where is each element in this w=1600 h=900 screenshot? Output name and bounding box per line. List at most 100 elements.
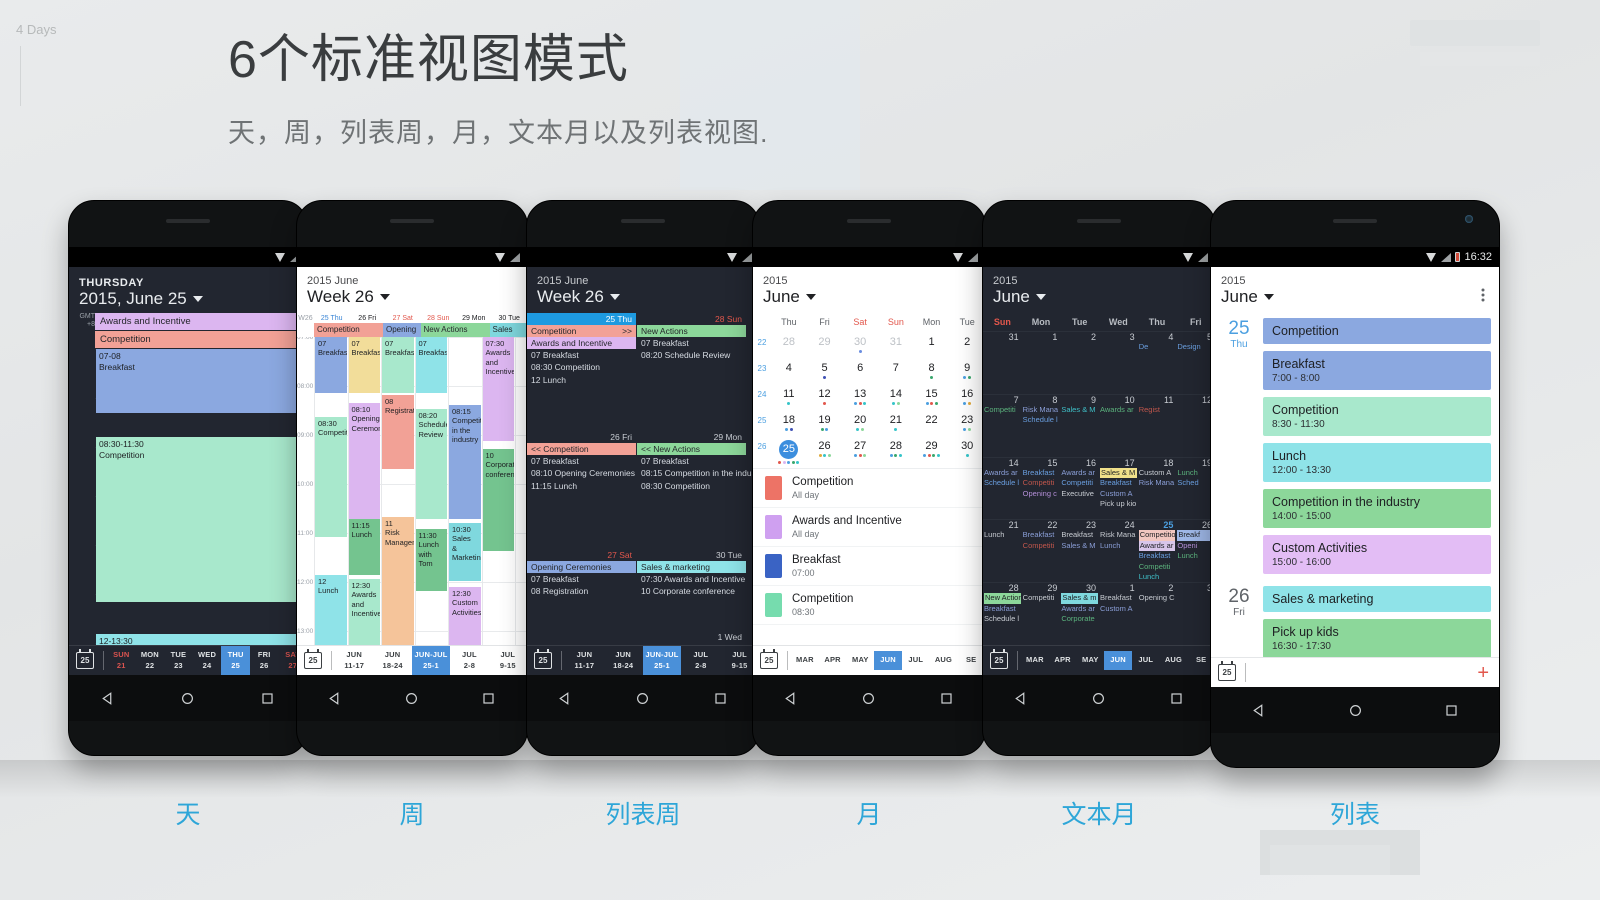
day-strip-sun[interactable]: SUN 21 (107, 646, 136, 674)
month-day-cell[interactable]: 12 (807, 388, 843, 406)
agenda-event[interactable]: Breakfast 7:00 - 8:00 (1263, 351, 1491, 390)
textmonth-event[interactable]: Lunch (1177, 468, 1214, 479)
week-event[interactable]: 07:30 Awards and Incentive (482, 337, 514, 441)
day-date-row[interactable]: 2015, June 25 (79, 289, 297, 309)
home-circle-icon[interactable] (1091, 691, 1106, 706)
textmonth-event[interactable]: Executive (1061, 489, 1098, 500)
week-event[interactable]: 08:15Competition in the industry (449, 405, 481, 519)
recents-square-icon[interactable] (713, 691, 728, 706)
textmonth-day-cell[interactable]: 16 Awards ar Competiti Executive (1060, 458, 1099, 520)
back-triangle-icon[interactable] (328, 691, 343, 706)
textmonth-event[interactable]: Risk Mana (1100, 530, 1137, 541)
agenda-event[interactable]: Competition in the industry 14:00 - 15:00 (1263, 489, 1491, 528)
textmonth-event[interactable]: De (1139, 342, 1176, 353)
textmonth-day-cell[interactable]: 18 Custom A Risk Mana (1138, 458, 1177, 520)
more-vertical-icon[interactable] (1481, 287, 1485, 306)
textmonth-day-cell[interactable]: 14 Awards ar Schedule l (983, 458, 1022, 520)
textmonth-event[interactable]: Awards ar (1100, 405, 1137, 416)
textmonth-day-cell[interactable]: 1 (1022, 332, 1061, 394)
textmonth-event[interactable]: Breakfast (1139, 551, 1176, 562)
textmonth-day-cell[interactable]: 10 Awards ar (1099, 395, 1138, 457)
back-triangle-icon[interactable] (784, 691, 799, 706)
header-title-row[interactable]: Week 26 (307, 287, 517, 307)
header-title-row[interactable]: June (763, 287, 975, 307)
week-chip-4[interactable]: JUL 9-15 (489, 646, 527, 674)
calendar-icon[interactable]: 25 (304, 649, 322, 669)
listweek-item[interactable]: 08:10 Opening Ceremonies (527, 467, 636, 479)
listweek-day-header[interactable]: 26 Fri (527, 431, 636, 443)
week-event[interactable]: 11:30 Lunch with Tom (415, 529, 447, 591)
month-chip-3[interactable]: JUN (874, 651, 902, 670)
header-title-row[interactable]: June (993, 287, 1205, 307)
textmonth-event[interactable]: Breakfast (984, 604, 1021, 615)
week-chip-1[interactable]: JUN 18-24 (373, 646, 411, 674)
recents-square-icon[interactable] (1169, 691, 1184, 706)
day-event[interactable]: 08:30-11:30 Competition (96, 437, 305, 602)
month-day-cell[interactable]: 8 (914, 362, 950, 380)
recents-square-icon[interactable] (481, 691, 496, 706)
listweek-item[interactable]: 07 Breakfast (637, 337, 746, 349)
textmonth-event[interactable]: Sales & m (1061, 593, 1099, 604)
week-allday-0[interactable]: Competition (314, 323, 383, 337)
day-strip-thu[interactable]: THU 25 (221, 646, 250, 675)
listweek-item[interactable]: 07 Breakfast (637, 455, 746, 467)
textmonth-chip-1[interactable]: APR (1049, 651, 1077, 669)
month-chip-4[interactable]: JUL (902, 651, 930, 669)
legend-row[interactable]: Awards and Incentive All day (753, 508, 985, 547)
legend-row[interactable]: Breakfast 07:00 (753, 547, 985, 586)
textmonth-chip-3[interactable]: JUN (1104, 651, 1132, 670)
textmonth-event[interactable]: Competition (1138, 530, 1176, 541)
chevron-down-icon[interactable] (609, 294, 620, 300)
chevron-down-icon[interactable] (805, 294, 816, 300)
textmonth-event[interactable]: Sales & M (1061, 405, 1098, 416)
textmonth-event[interactable]: Risk Mana (1139, 478, 1176, 489)
listweek-item[interactable]: 08:20 Schedule Review (637, 349, 746, 361)
home-circle-icon[interactable] (635, 691, 650, 706)
textmonth-day-cell[interactable]: 15 Breakfast Competiti Opening c (1022, 458, 1061, 520)
textmonth-event[interactable]: Lunch (1100, 541, 1137, 552)
textmonth-event[interactable]: Pick up kio (1100, 499, 1137, 510)
month-day-cell[interactable]: 29 (914, 440, 950, 458)
textmonth-event[interactable]: New Actions (984, 593, 1021, 604)
home-circle-icon[interactable] (404, 691, 419, 706)
month-day-cell[interactable]: 4 (771, 362, 807, 380)
add-event-button[interactable]: + (1477, 663, 1489, 683)
listweek-day-header[interactable]: 27 Sat (527, 549, 636, 561)
header-title-row[interactable]: June (1221, 287, 1274, 307)
textmonth-event[interactable]: Custom A (1100, 604, 1137, 615)
chevron-down-icon[interactable] (1263, 294, 1274, 300)
week-chip-2[interactable]: JUN-JUL 25-1 (411, 646, 451, 675)
header-title-row[interactable]: Week 26 (537, 287, 749, 307)
agenda-event[interactable]: Competition 8:30 - 11:30 (1263, 397, 1491, 436)
week-event[interactable]: 08:30Competition (315, 417, 347, 537)
agenda-event[interactable]: Competition (1263, 318, 1491, 344)
listweek-item[interactable]: 08 Registration (527, 585, 636, 597)
week-col-header-5[interactable]: 30 Tue (492, 315, 528, 322)
textmonth-event[interactable]: Breakfast (1100, 593, 1137, 604)
month-day-cell[interactable]: 23 (949, 414, 985, 432)
calendar-icon[interactable]: 25 (534, 649, 552, 669)
textmonth-event[interactable]: Competiti (1023, 593, 1060, 604)
textmonth-event[interactable]: Opening c (1023, 489, 1060, 500)
textmonth-day-cell[interactable]: 30 Sales & m Awards ar Corporate (1060, 583, 1099, 645)
listweek-item[interactable]: 07 Breakfast (527, 349, 636, 361)
month-day-cell[interactable]: 25 (771, 440, 807, 465)
listweek-day-header[interactable]: 30 Tue (637, 549, 746, 561)
textmonth-event[interactable]: Schedule l (984, 614, 1021, 625)
textmonth-event[interactable]: Breakfast (1023, 530, 1060, 541)
listweek-day-header[interactable]: 1 Wed (637, 631, 746, 643)
calendar-icon[interactable]: 25 (76, 649, 94, 669)
back-triangle-icon[interactable] (101, 691, 116, 706)
textmonth-event[interactable]: Sched (1177, 478, 1214, 489)
month-day-cell[interactable]: 5 (807, 362, 843, 380)
recents-square-icon[interactable] (939, 691, 954, 706)
chevron-down-icon[interactable] (379, 294, 390, 300)
allday-event[interactable]: Awards and Incentive (95, 313, 307, 330)
textmonth-event[interactable]: Awards ar (984, 468, 1021, 479)
textmonth-day-cell[interactable]: 9 Sales & M (1060, 395, 1099, 457)
textmonth-day-cell[interactable]: 8 Risk Mana Schedule l (1022, 395, 1061, 457)
month-day-cell[interactable]: 15 (914, 388, 950, 406)
textmonth-event[interactable]: Opening C (1139, 593, 1176, 604)
listweek-item[interactable]: 12 Lunch (527, 374, 636, 386)
textmonth-event[interactable]: Competiti (1023, 478, 1060, 489)
